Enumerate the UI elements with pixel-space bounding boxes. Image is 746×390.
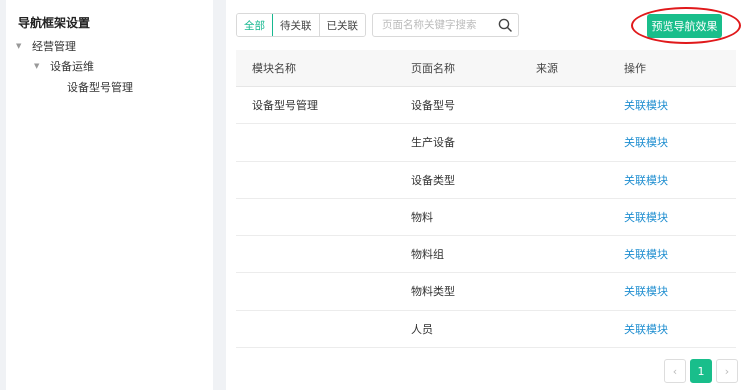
module-name-cell: 设备型号管理 — [252, 99, 318, 112]
filter-associated-button[interactable]: 已关联 — [319, 14, 365, 36]
link-module-action[interactable]: 关联模块 — [624, 273, 668, 310]
link-module-action[interactable]: 关联模块 — [624, 311, 668, 348]
tree-node-business-management[interactable]: ▼ 经营管理 — [16, 38, 76, 54]
page-name-cell: 人员 — [411, 322, 433, 336]
table-row: 物料组 关联模块 — [236, 236, 736, 274]
sidebar-title: 导航框架设置 — [18, 16, 91, 30]
search-input[interactable] — [373, 14, 493, 36]
chevron-right-icon[interactable]: › — [716, 359, 738, 383]
table-row: 设备型号管理 设备型号 关联模块 — [236, 87, 736, 125]
column-header-module-name: 模块名称 — [252, 62, 296, 75]
association-filter: 全部 待关联 已关联 — [236, 13, 366, 37]
page-number-button[interactable]: 1 — [690, 359, 712, 383]
search-box — [372, 13, 519, 37]
page-name-cell: 生产设备 — [411, 136, 455, 150]
link-module-action[interactable]: 关联模块 — [624, 87, 668, 124]
page-name-cell: 设备类型 — [411, 173, 455, 187]
page-name-cell: 物料 — [411, 210, 433, 224]
filter-all-button[interactable]: 全部 — [237, 14, 273, 36]
tree-node-label: 设备型号管理 — [67, 81, 133, 94]
tree-node-equipment-ops[interactable]: ▼ 设备运维 — [34, 58, 94, 74]
column-header-source: 来源 — [536, 62, 558, 75]
caret-down-icon[interactable]: ▼ — [16, 42, 26, 50]
column-header-page-name: 页面名称 — [411, 62, 455, 75]
column-header-actions: 操作 — [624, 62, 646, 75]
tree-node-label: 设备运维 — [50, 60, 94, 73]
table-header: 模块名称 页面名称 来源 操作 — [236, 50, 736, 87]
tree-node-label: 经营管理 — [32, 40, 76, 53]
table-row: 设备类型 关联模块 — [236, 162, 736, 199]
page-name-cell: 物料组 — [411, 248, 444, 262]
page-module-table: 模块名称 页面名称 来源 操作 设备型号管理 设备型号 关联模块 生产设备 关联… — [236, 50, 736, 349]
table-row: 人员 关联模块 — [236, 311, 736, 349]
link-module-action[interactable]: 关联模块 — [624, 199, 668, 236]
link-module-action[interactable]: 关联模块 — [624, 236, 668, 273]
pagination: ‹ 1 › — [664, 359, 738, 383]
chevron-left-icon[interactable]: ‹ — [664, 359, 686, 383]
table-row: 物料 关联模块 — [236, 199, 736, 237]
main-panel: 全部 待关联 已关联 预览导航效果 模块名称 页面名称 来源 操作 设备型号管理… — [226, 0, 746, 390]
nav-framework-sidebar: 导航框架设置 ▼ 经营管理 ▼ 设备运维 设备型号管理 — [6, 0, 213, 390]
page-name-cell: 设备型号 — [411, 99, 455, 112]
link-module-action[interactable]: 关联模块 — [624, 162, 668, 199]
caret-down-icon[interactable]: ▼ — [34, 62, 44, 70]
table-row: 生产设备 关联模块 — [236, 124, 736, 162]
app-root: 导航框架设置 ▼ 经营管理 ▼ 设备运维 设备型号管理 全部 待关联 已关联 预… — [0, 0, 746, 390]
tree-node-equipment-model-management[interactable]: 设备型号管理 — [67, 79, 133, 95]
page-name-cell: 物料类型 — [411, 285, 455, 299]
search-icon[interactable] — [498, 18, 512, 32]
preview-navigation-button[interactable]: 预览导航效果 — [647, 14, 722, 38]
table-row: 物料类型 关联模块 — [236, 273, 736, 311]
link-module-action[interactable]: 关联模块 — [624, 124, 668, 161]
filter-pending-button[interactable]: 待关联 — [273, 14, 320, 36]
